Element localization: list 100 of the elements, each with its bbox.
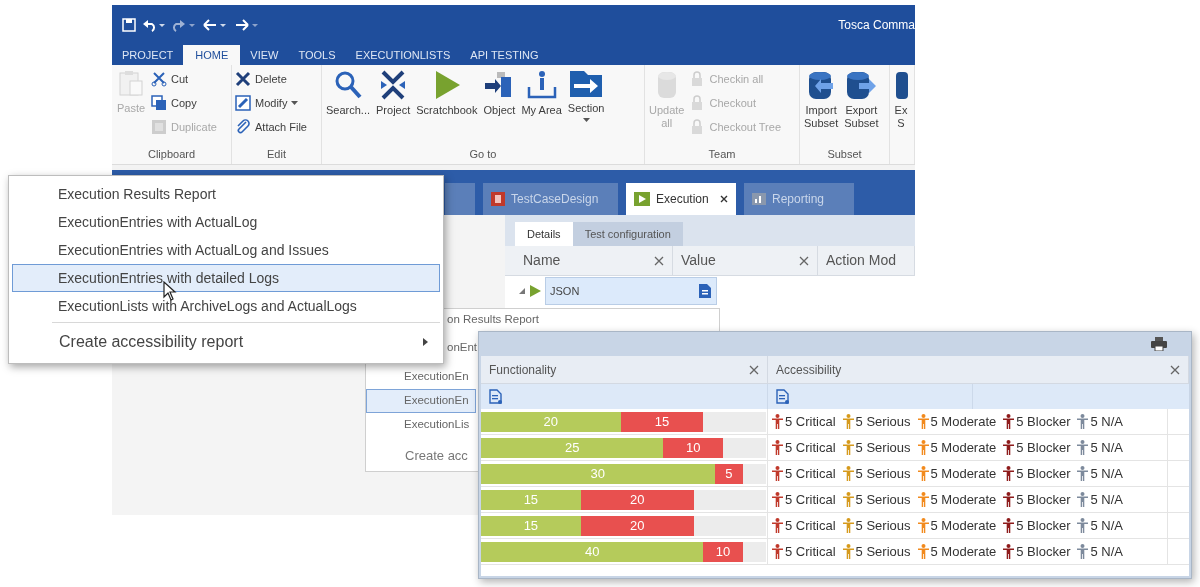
failed-bar-segment: 5: [714, 463, 743, 484]
ribbon-tab[interactable]: VIEW: [240, 45, 289, 65]
ribbon-button[interactable]: Modify: [235, 93, 307, 113]
selected-row[interactable]: JSON: [545, 277, 717, 305]
failed-bar-segment: 10: [703, 541, 743, 562]
column-header: Value: [681, 251, 716, 270]
ribbon-button[interactable]: Copy: [151, 93, 217, 113]
issue-count: 5 Critical: [785, 412, 836, 431]
ribbon-button[interactable]: My Area: [520, 69, 563, 117]
clipboard-icon: [116, 69, 146, 99]
passed-bar-segment: 15: [481, 489, 581, 510]
failed-bar-segment: 20: [580, 515, 694, 536]
forward-arrow-icon[interactable]: [234, 18, 260, 32]
ribbon-tab[interactable]: TOOLS: [288, 45, 346, 65]
issue-count: 5 Critical: [785, 438, 836, 457]
ribbon-button[interactable]: Project: [375, 69, 412, 117]
passed-bar-segment: 20: [481, 411, 621, 432]
ribbon-button[interactable]: Import Subset: [803, 69, 840, 130]
cell-text: JSON: [550, 283, 580, 299]
menu-item[interactable]: ExecutionEntries with detailed Logs: [12, 264, 440, 292]
issue-count: 5 N/A: [1090, 464, 1123, 483]
play-icon: [634, 192, 650, 206]
document-icon[interactable]: [489, 389, 502, 404]
redo-icon[interactable]: [172, 18, 196, 32]
menu-item[interactable]: ExecutionEn: [366, 389, 476, 413]
issue-count: 5 Critical: [785, 464, 836, 483]
issue-count: 5 N/A: [1090, 542, 1123, 561]
caret-icon: [582, 118, 590, 122]
issue-count: 5 Serious: [855, 516, 911, 535]
close-icon[interactable]: [720, 195, 728, 203]
issue-count: 5 Serious: [855, 542, 911, 561]
failed-bar-segment: 20: [580, 489, 694, 510]
document-tab[interactable]: Execution: [626, 183, 736, 215]
pencil-square-icon: [235, 95, 251, 111]
menu-item[interactable]: Execution Results Report: [12, 180, 440, 208]
database-icon: [894, 69, 908, 101]
issue-count: 5 Serious: [855, 490, 911, 509]
database-export-icon: [845, 69, 878, 101]
menu-item[interactable]: ExecutionEntries with ActualLog and Issues: [12, 236, 440, 264]
issue-count: 5 Moderate: [930, 464, 997, 483]
ribbon-button[interactable]: Attach File: [235, 117, 307, 137]
ribbon-button[interactable]: Object: [482, 69, 517, 117]
menu-item[interactable]: on Results Report: [445, 309, 717, 330]
failed-bar-segment: 15: [620, 411, 704, 432]
ribbon-button[interactable]: Ex S: [893, 69, 909, 130]
menu-item[interactable]: ExecutionLis: [366, 413, 476, 437]
window-title: Tosca Comma: [838, 17, 915, 34]
submenu-arrow-icon: [423, 338, 428, 346]
menu-item[interactable]: ExecutionEntries with ActualLog: [12, 208, 440, 236]
group-label: Clipboard: [147, 147, 196, 162]
expand-arrow-icon[interactable]: [519, 288, 525, 294]
undo-icon[interactable]: [142, 18, 166, 32]
play-icon: [529, 285, 541, 297]
issue-count: 5 Critical: [785, 542, 836, 561]
back-arrow-icon[interactable]: [202, 18, 228, 32]
issue-count: 5 Blocker: [1016, 542, 1071, 561]
issue-count: 5 Blocker: [1016, 438, 1071, 457]
scissors-icon: [151, 71, 167, 87]
ribbon-button[interactable]: Search...: [325, 69, 372, 117]
copy-icon: [151, 95, 167, 111]
menu-item[interactable]: Create acc: [366, 442, 476, 470]
issue-count: 5 Serious: [855, 438, 911, 457]
issue-count: 5 Blocker: [1016, 412, 1071, 431]
issue-count: 5 N/A: [1090, 438, 1123, 457]
detail-tab[interactable]: Test configuration: [572, 222, 683, 246]
ribbon-tab[interactable]: EXECUTIONLISTS: [345, 45, 461, 65]
detail-tab[interactable]: Details: [515, 222, 573, 246]
menu-item[interactable]: onEnt: [445, 330, 476, 365]
ribbon-button[interactable]: Export Subset: [843, 69, 880, 130]
ribbon-button[interactable]: Cut: [151, 69, 217, 89]
chart-icon: [752, 193, 766, 205]
column-header: Name: [523, 251, 561, 270]
ribbon-button[interactable]: Section: [566, 69, 606, 122]
person-tray-icon: [525, 69, 558, 101]
issue-count: 5 Blocker: [1016, 516, 1071, 535]
issue-count: 5 Moderate: [930, 516, 997, 535]
ribbon-tab[interactable]: API TESTING: [460, 45, 549, 65]
save-icon[interactable]: [122, 18, 136, 32]
group-label: Edit: [267, 147, 286, 162]
menu-item[interactable]: ExecutionEn: [366, 365, 476, 389]
passed-bar-segment: 30: [481, 463, 715, 484]
menu-item[interactable]: ExecutionLists with ArchiveLogs and ActualLogs: [12, 292, 440, 320]
passed-bar-segment: 15: [481, 515, 581, 536]
ribbon-button[interactable]: Scratchbook: [415, 69, 479, 117]
document-icon[interactable]: [698, 283, 712, 299]
group-label: Subset: [827, 147, 862, 162]
ribbon-tab[interactable]: PROJECT: [112, 45, 184, 65]
passed-bar-segment: 25: [481, 437, 664, 458]
issue-count: 5 Critical: [785, 516, 836, 535]
menu-item[interactable]: Create accessibility report: [12, 325, 440, 359]
printer-icon[interactable]: [1151, 337, 1167, 351]
ribbon-tab[interactable]: HOME: [183, 45, 241, 65]
document-icon[interactable]: [776, 389, 789, 404]
issue-count: 5 Serious: [855, 412, 911, 431]
ribbon-button[interactable]: Delete: [235, 69, 307, 89]
issue-count: 5 Blocker: [1016, 490, 1071, 509]
issue-count: 5 Serious: [855, 464, 911, 483]
issue-count: 5 Moderate: [930, 412, 997, 431]
duplicate-icon: [151, 119, 167, 135]
delete-icon: [235, 71, 251, 87]
